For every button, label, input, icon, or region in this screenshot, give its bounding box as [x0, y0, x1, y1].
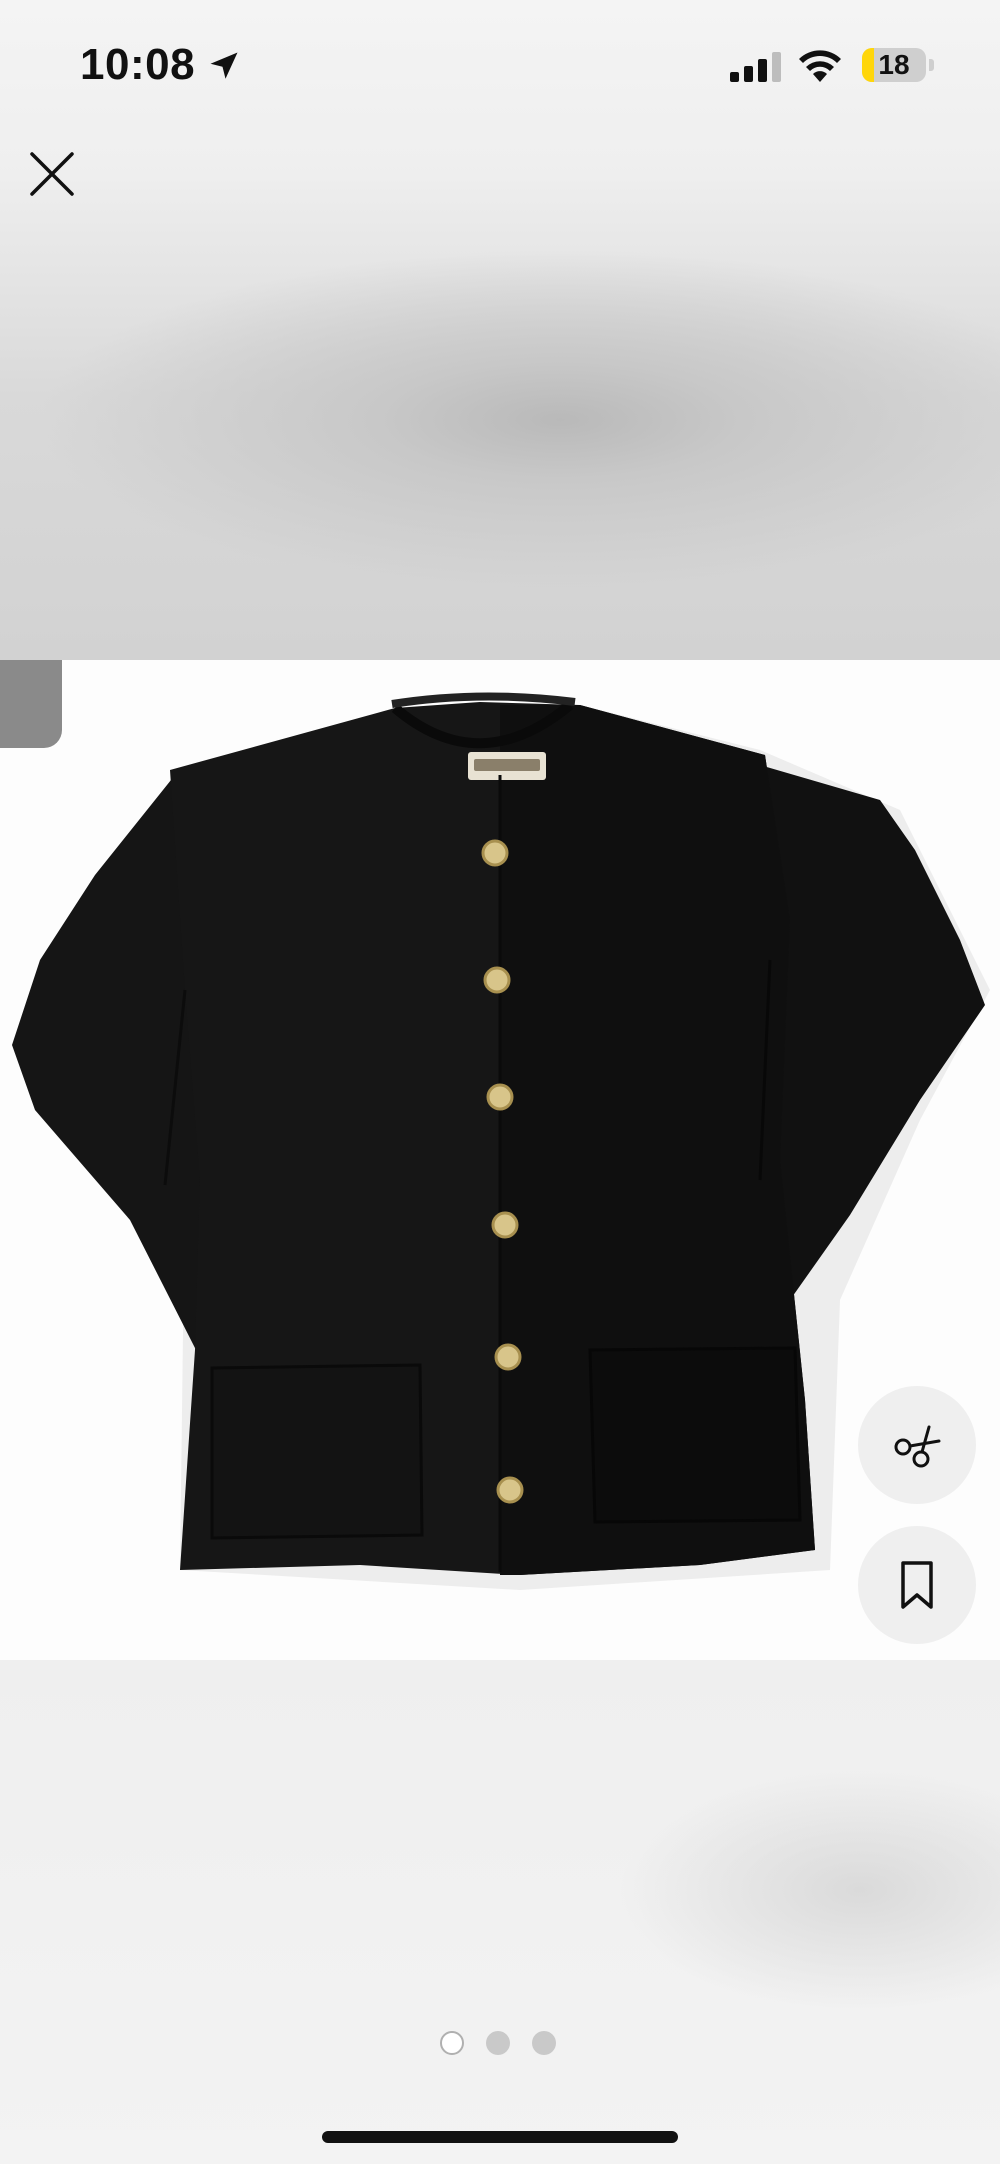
find-similar-button[interactable] [858, 1386, 976, 1504]
battery-icon: 18 [862, 48, 926, 82]
close-icon [30, 152, 74, 196]
status-time: 10:08 [80, 40, 196, 89]
product-photo[interactable] [0, 660, 1000, 1660]
battery-cap [929, 59, 934, 71]
blurred-background-bottom [0, 1660, 1000, 2164]
scissors-icon [894, 1425, 941, 1468]
pagination-dot[interactable] [532, 2031, 556, 2055]
save-button[interactable] [858, 1526, 976, 1644]
pagination-dots[interactable] [440, 2028, 556, 2058]
wifi-icon [799, 50, 841, 82]
bookmark-icon [901, 1561, 933, 1609]
status-bar: 10:08 18 [0, 0, 1000, 130]
cellular-signal-icon [730, 52, 781, 82]
location-arrow-icon [210, 52, 238, 79]
pagination-dot[interactable] [440, 2031, 464, 2055]
home-indicator[interactable] [322, 2131, 678, 2143]
pagination-dot[interactable] [486, 2031, 510, 2055]
close-button[interactable] [20, 142, 84, 206]
battery-level: 18 [878, 49, 910, 80]
corner-tab [0, 660, 62, 748]
cardigan-image [12, 692, 990, 1590]
